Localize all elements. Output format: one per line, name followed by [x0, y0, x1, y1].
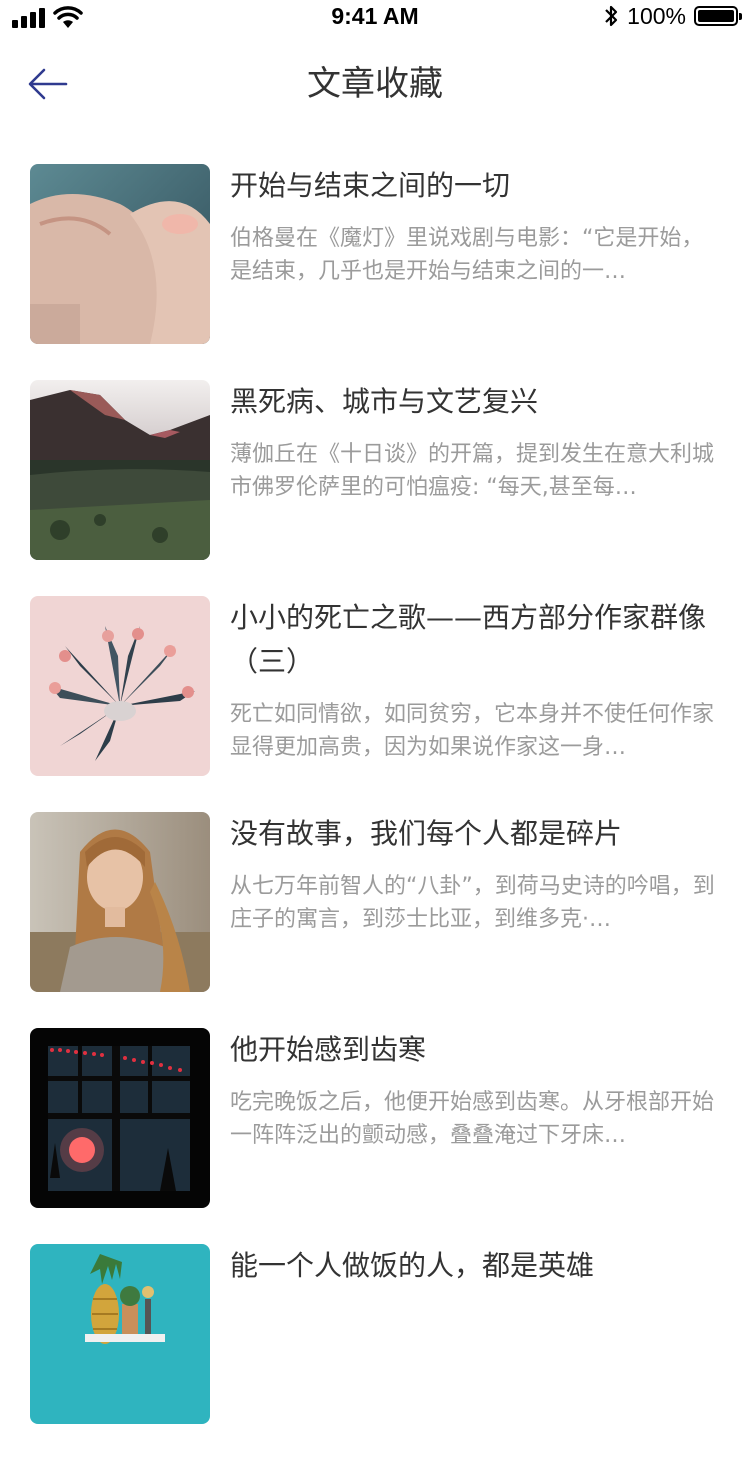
article-thumbnail: [30, 596, 210, 776]
list-item[interactable]: 他开始感到齿寒 吃完晚饭之后，他便开始感到齿寒。从牙根部开始一阵阵泛出的颤动感，…: [0, 1028, 750, 1208]
article-excerpt: 伯格曼在《魔灯》里说戏剧与电影：“它是开始，是结束，几乎也是开始与结束之间的一…: [230, 226, 704, 284]
article-excerpt: 吃完晚饭之后，他便开始感到齿寒。从牙根部开始一阵阵泛出的颤动感，叠叠淹过下牙床…: [230, 1090, 715, 1148]
article-title: 能一个人做饭的人，都是英雄: [230, 1249, 595, 1282]
status-bar: 9:41 AM 100%: [0, 0, 750, 40]
article-text: 黑死病、城市与文艺复兴 薄伽丘在《十日谈》的开篇，提到发生在意大利城市佛罗伦萨里…: [230, 380, 720, 504]
article-thumbnail: [30, 380, 210, 560]
list-item[interactable]: 能一个人做饭的人，都是英雄: [0, 1244, 750, 1424]
article-excerpt: 死亡如同情欲，如同贫穷，它本身并不使任何作家显得更加高贵，因为如果说作家这一身…: [230, 702, 715, 760]
battery-percent: 100%: [627, 3, 686, 29]
article-excerpt: 薄伽丘在《十日谈》的开篇，提到发生在意大利城市佛罗伦萨里的可怕瘟疫: “每天,甚…: [230, 442, 715, 500]
article-title: 黑死病、城市与文艺复兴: [230, 385, 539, 418]
list-item[interactable]: 小小的死亡之歌——西方部分作家群像（三） 死亡如同情欲，如同贫穷，它本身并不使任…: [0, 596, 750, 776]
list-item[interactable]: 黑死病、城市与文艺复兴 薄伽丘在《十日谈》的开篇，提到发生在意大利城市佛罗伦萨里…: [0, 380, 750, 560]
article-text: 开始与结束之间的一切 伯格曼在《魔灯》里说戏剧与电影：“它是开始，是结束，几乎也…: [230, 164, 720, 288]
hands-photo: [30, 164, 210, 344]
article-thumbnail: [30, 164, 210, 344]
battery-icon: [694, 6, 742, 26]
article-title: 没有故事，我们每个人都是碎片: [230, 817, 623, 850]
article-list: 开始与结束之间的一切 伯格曼在《魔灯》里说戏剧与电影：“它是开始，是结束，几乎也…: [0, 164, 750, 1460]
list-item[interactable]: 开始与结束之间的一切 伯格曼在《魔灯》里说戏剧与电影：“它是开始，是结束，几乎也…: [0, 164, 750, 344]
article-thumbnail: [30, 1028, 210, 1208]
article-thumbnail: [30, 812, 210, 992]
bluetooth-icon: [605, 5, 618, 27]
article-thumbnail: [30, 1244, 210, 1424]
article-title: 开始与结束之间的一切: [230, 169, 511, 202]
nav-bar: 文章收藏: [0, 40, 750, 128]
article-text: 小小的死亡之歌——西方部分作家群像（三） 死亡如同情欲，如同贫穷，它本身并不使任…: [230, 596, 720, 764]
page-title: 文章收藏: [307, 64, 443, 104]
flower-arrangement-photo: [30, 596, 210, 776]
article-title: 小小的死亡之歌——西方部分作家群像（三）: [230, 601, 707, 678]
article-text: 能一个人做饭的人，都是英雄: [230, 1244, 720, 1302]
battery-fill: [698, 10, 734, 22]
article-text: 他开始感到齿寒 吃完晚饭之后，他便开始感到齿寒。从牙根部开始一阵阵泛出的颤动感，…: [230, 1028, 720, 1152]
mountain-landscape-photo: [30, 380, 210, 560]
status-right: 100%: [603, 2, 742, 30]
article-text: 没有故事，我们每个人都是碎片 从七万年前智人的“八卦”，到荷马史诗的吟唱，到庄子…: [230, 812, 720, 936]
list-item[interactable]: 没有故事，我们每个人都是碎片 从七万年前智人的“八卦”，到荷马史诗的吟唱，到庄子…: [0, 812, 750, 992]
night-window-photo: [30, 1028, 210, 1208]
pineapple-still-life-photo: [30, 1244, 210, 1424]
portrait-woman-photo: [30, 812, 210, 992]
article-title: 他开始感到齿寒: [230, 1033, 427, 1066]
article-excerpt: 从七万年前智人的“八卦”，到荷马史诗的吟唱，到庄子的寓言，到莎士比亚，到维多克·…: [230, 874, 715, 932]
